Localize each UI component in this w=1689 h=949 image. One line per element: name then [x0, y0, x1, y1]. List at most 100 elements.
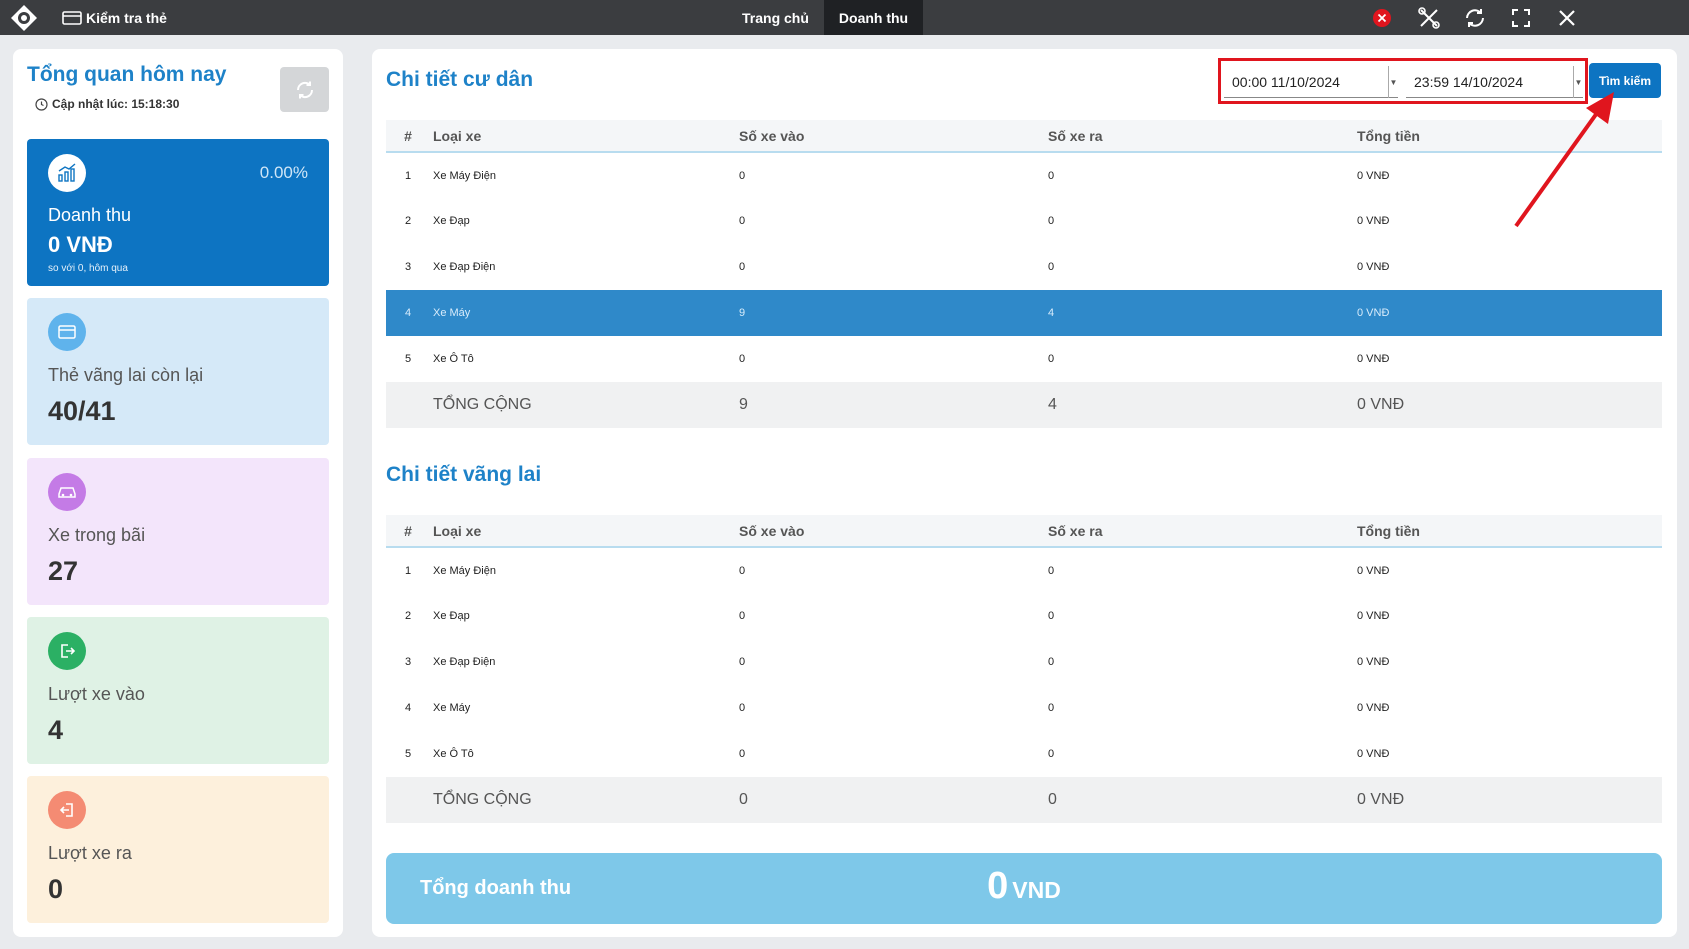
tab-revenue[interactable]: Doanh thu: [823, 0, 924, 35]
row-vehicle-type: Xe Máy: [430, 290, 739, 336]
close-icon[interactable]: [1555, 6, 1579, 30]
table-row[interactable]: 5 Xe Ô Tô 0 0 0 VNĐ: [386, 336, 1662, 382]
table-row[interactable]: 5 Xe Ô Tô 0 0 0 VNĐ: [386, 731, 1662, 777]
main-nav: Trang chủ Doanh thu: [727, 0, 924, 35]
vehicles-entered-value: 4: [48, 715, 64, 745]
row-vehicle-type: Xe Đạp Điện: [433, 261, 496, 273]
table-row[interactable]: 2 Xe Đạp 0 0 0 VNĐ: [386, 593, 1662, 639]
chevron-down-icon[interactable]: ▼: [1388, 66, 1398, 98]
row-vehicle-type: Xe Đạp Điện: [433, 656, 496, 668]
row-total-amount: 0 VNĐ: [1357, 353, 1390, 365]
row-in-count: 0: [739, 215, 746, 227]
card-icon: [62, 11, 82, 25]
clock-icon: [35, 97, 48, 111]
total-revenue-unit: VND: [1012, 877, 1061, 903]
tab-home[interactable]: Trang chủ: [727, 0, 824, 35]
col-out-count: Số xe ra: [1048, 120, 1357, 153]
chevron-down-icon[interactable]: ▼: [1573, 66, 1583, 98]
row-out-count: 0: [1048, 353, 1055, 365]
col-out-count: Số xe ra: [1048, 515, 1357, 548]
revenue-value: 0 VNĐ: [48, 232, 113, 257]
top-bar: Kiểm tra thẻ Trang chủ Doanh thu: [0, 0, 1689, 35]
revenue-label: Doanh thu: [48, 205, 132, 225]
guest-cards-label: Thẻ vãng lai còn lại: [48, 365, 204, 385]
row-out-count: 0: [1048, 215, 1055, 227]
last-updated: Cập nhật lúc: 15:18:30: [35, 97, 179, 111]
row-index: 4: [386, 290, 430, 336]
resident-table: # Loại xe Số xe vào Số xe ra Tổng tiền 1…: [386, 120, 1662, 428]
sidebar-title: Tổng quan hôm nay: [27, 63, 227, 86]
row-total-amount: 0 VNĐ: [1357, 656, 1390, 668]
col-total-amount: Tổng tiền: [1357, 120, 1662, 153]
row-vehicle-type: Xe Ô Tô: [433, 748, 474, 760]
total-revenue-value: 0: [987, 865, 1009, 907]
revenue-compare: so với 0, hôm qua: [48, 263, 128, 274]
check-card-button[interactable]: Kiểm tra thẻ: [62, 8, 167, 28]
app-logo-icon[interactable]: [10, 4, 38, 32]
table-row[interactable]: 4 Xe Máy 9 4 0 VNĐ: [386, 290, 1662, 336]
total-in-count: 9: [739, 382, 1048, 428]
row-index: 5: [404, 353, 412, 365]
table-row[interactable]: 2 Xe Đạp 0 0 0 VNĐ: [386, 198, 1662, 244]
enter-icon: [48, 632, 86, 670]
row-out-count: 0: [1048, 564, 1055, 577]
row-vehicle-type: Xe Máy Điện: [433, 169, 496, 182]
row-index: 1: [404, 169, 412, 182]
row-total-amount: 0 VNĐ: [1357, 748, 1390, 760]
table-header: # Loại xe Số xe vào Số xe ra Tổng tiền: [386, 120, 1662, 153]
total-label: TỔNG CỘNG: [430, 382, 739, 428]
row-in-count: 0: [739, 169, 746, 182]
exit-icon: [48, 791, 86, 829]
date-to-input[interactable]: 23:59 14/10/2024 ▼: [1406, 66, 1583, 98]
row-in-count: 0: [739, 656, 746, 668]
table-header: # Loại xe Số xe vào Số xe ra Tổng tiền: [386, 515, 1662, 548]
total-out-count: 0: [1048, 777, 1357, 823]
row-index: 3: [404, 656, 412, 668]
table-row[interactable]: 3 Xe Đạp Điện 0 0 0 VNĐ: [386, 639, 1662, 685]
col-index: #: [386, 120, 430, 153]
table-row[interactable]: 4 Xe Máy 0 0 0 VNĐ: [386, 685, 1662, 731]
revenue-card: 0.00% Doanh thu 0 VNĐ so với 0, hôm qua: [27, 139, 329, 286]
row-index: 1: [404, 564, 412, 577]
date-range-highlight: 00:00 11/10/2024 ▼ 23:59 14/10/2024 ▼: [1218, 58, 1588, 104]
col-index: #: [386, 515, 430, 548]
vehicles-exited-card: Lượt xe ra 0: [27, 776, 329, 923]
row-in-count: 0: [739, 564, 746, 577]
row-out-count: 4: [1048, 290, 1357, 336]
row-in-count: 0: [739, 702, 746, 714]
tools-icon[interactable]: [1417, 6, 1441, 30]
row-out-count: 0: [1048, 702, 1055, 714]
search-button[interactable]: Tìm kiếm: [1589, 63, 1661, 98]
row-index: 3: [404, 261, 412, 273]
row-in-count: 0: [739, 353, 746, 365]
date-from-input[interactable]: 00:00 11/10/2024 ▼: [1224, 66, 1398, 98]
row-total-amount: 0 VNĐ: [1357, 261, 1390, 273]
row-out-count: 0: [1048, 610, 1055, 622]
check-card-label: Kiểm tra thẻ: [86, 10, 167, 26]
revenue-percent: 0.00%: [259, 163, 308, 182]
vehicles-exited-label: Lượt xe ra: [48, 843, 132, 863]
row-out-count: 0: [1048, 169, 1055, 182]
row-in-count: 0: [739, 748, 746, 760]
sync-icon[interactable]: [1463, 6, 1487, 30]
total-label: TỔNG CỘNG: [430, 777, 739, 823]
table-total-row: TỔNG CỘNG 9 4 0 VNĐ: [386, 382, 1662, 428]
row-in-count: 0: [739, 261, 746, 273]
row-total-amount: 0 VNĐ: [1357, 564, 1390, 577]
error-status-icon[interactable]: [1372, 8, 1392, 28]
col-vehicle-type: Loại xe: [430, 120, 739, 153]
row-in-count: 9: [739, 290, 1048, 336]
table-row[interactable]: 1 Xe Máy Điện 0 0 0 VNĐ: [386, 547, 1662, 593]
total-in-count: 0: [739, 777, 1048, 823]
revenue-panel: Chi tiết cư dân 00:00 11/10/2024 ▼ 23:59…: [372, 49, 1677, 937]
fullscreen-icon[interactable]: [1509, 6, 1533, 30]
vehicles-entered-label: Lượt xe vào: [48, 684, 145, 704]
row-index: 4: [404, 702, 412, 714]
overview-sidebar: Tổng quan hôm nay Cập nhật lúc: 15:18:30…: [13, 49, 343, 937]
resident-section-title: Chi tiết cư dân: [386, 68, 534, 91]
refresh-button[interactable]: [280, 67, 329, 112]
table-row[interactable]: 1 Xe Máy Điện 0 0 0 VNĐ: [386, 152, 1662, 198]
row-total-amount: 0 VNĐ: [1357, 169, 1390, 182]
guest-cards-remaining-card: Thẻ vãng lai còn lại 40/41: [27, 298, 329, 445]
table-row[interactable]: 3 Xe Đạp Điện 0 0 0 VNĐ: [386, 244, 1662, 290]
